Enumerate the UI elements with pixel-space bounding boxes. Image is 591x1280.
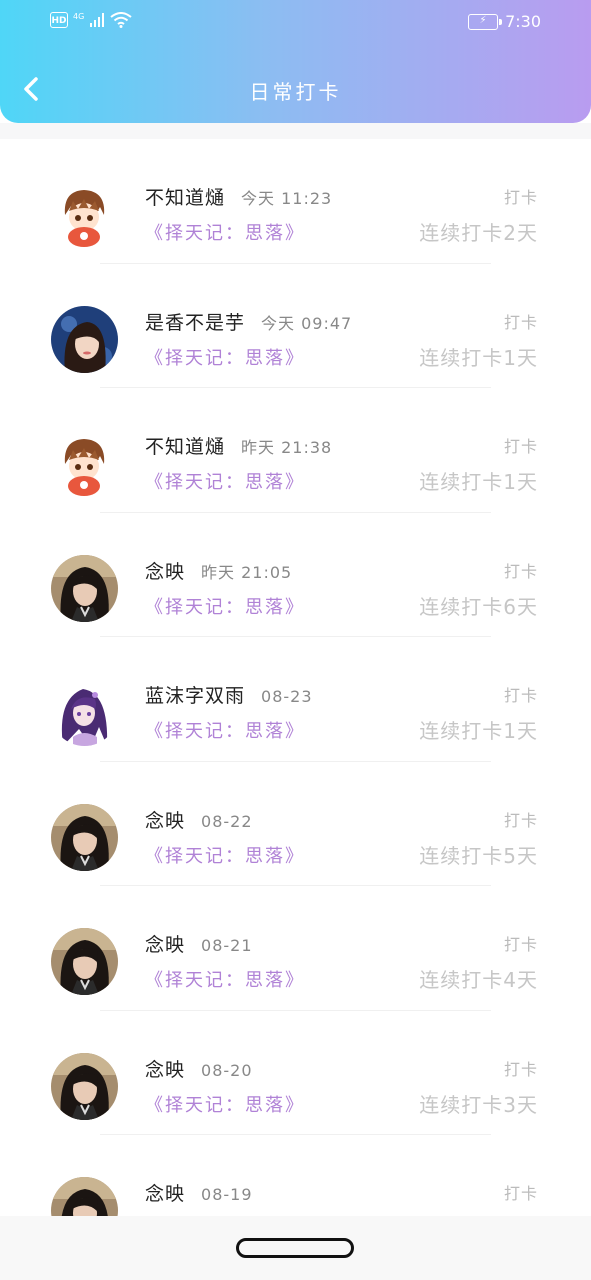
streak-label: 连续打卡4天 <box>419 968 538 992</box>
checkin-action-label: 打卡 <box>503 561 538 581</box>
user-name-text: 是香不是芋 <box>145 311 246 334</box>
checkin-row[interactable]: 念映 08-19 打卡 <box>0 1135 591 1216</box>
checkin-action-label: 打卡 <box>503 188 538 207</box>
checkin-row[interactable]: 念映 08-21 《择天记：思落》 打卡 连续打卡4天 <box>0 886 591 1011</box>
status-right: ⚡ 7:30 <box>468 12 541 31</box>
checkin-time: 08-20 <box>201 1060 253 1080</box>
user-name: 不知道熥 今天 11:23 <box>145 183 332 210</box>
avatar[interactable] <box>51 928 118 995</box>
avatar[interactable] <box>51 1177 118 1216</box>
user-name: 念映 08-22 <box>145 806 253 833</box>
user-name-text: 念映 <box>145 934 186 956</box>
checkin-row[interactable]: 念映 昨天 21:05 《择天记：思落》 打卡 连续打卡6天 <box>0 513 591 637</box>
checkin-row[interactable]: 念映 08-22 《择天记：思落》 打卡 连续打卡5天 <box>0 762 591 886</box>
streak-label: 连续打卡2天 <box>419 221 538 245</box>
book-title[interactable]: 《择天记：思落》 <box>145 593 305 619</box>
avatar[interactable] <box>51 305 118 373</box>
checkin-row[interactable]: 不知道熥 今天 11:23 《择天记：思落》 打卡 连续打卡2天 <box>0 139 591 264</box>
checkin-time: 今天 09:47 <box>261 313 353 333</box>
user-name: 是香不是芋 今天 09:47 <box>145 308 352 335</box>
list-gap <box>0 123 591 139</box>
checkin-time: 08-23 <box>261 687 313 706</box>
avatar[interactable] <box>51 554 118 622</box>
user-name-text: 念映 <box>145 560 186 583</box>
battery-charging-icon: ⚡ <box>468 13 503 30</box>
status-bar: HD 4G ⚡ 7:30 <box>0 0 591 46</box>
checkin-time: 今天 11:23 <box>241 189 333 208</box>
book-title[interactable]: 《择天记：思落》 <box>145 1091 305 1117</box>
checkin-time: 08-21 <box>201 936 253 955</box>
checkin-action-label: 打卡 <box>503 686 538 705</box>
status-left: HD 4G <box>50 12 132 28</box>
user-name: 念映 08-21 <box>145 930 253 957</box>
checkin-time: 昨天 21:38 <box>241 438 333 457</box>
checkin-action-label: 打卡 <box>503 1059 538 1079</box>
user-name-text: 念映 <box>145 1058 186 1081</box>
checkin-row[interactable]: 是香不是芋 今天 09:47 《择天记：思落》 打卡 连续打卡1天 <box>0 264 591 388</box>
avatar[interactable] <box>51 181 118 248</box>
streak-label: 连续打卡1天 <box>419 345 538 370</box>
avatar[interactable] <box>51 430 118 497</box>
network-label: 4G <box>73 11 85 21</box>
streak-label: 连续打卡6天 <box>419 594 538 619</box>
checkin-row[interactable]: 蓝沫字双雨 08-23 《择天记：思落》 打卡 连续打卡1天 <box>0 637 591 762</box>
user-name-text: 念映 <box>145 809 186 832</box>
home-indicator[interactable] <box>236 1238 354 1258</box>
streak-label: 连续打卡1天 <box>419 719 538 743</box>
avatar[interactable] <box>51 803 118 871</box>
signal-icon <box>90 13 105 27</box>
hd-badge: HD <box>50 12 68 28</box>
user-name-text: 念映 <box>145 1183 186 1205</box>
book-title[interactable]: 《择天记：思落》 <box>145 966 305 992</box>
navigation-bar <box>0 1216 591 1280</box>
checkin-action-label: 打卡 <box>503 312 538 332</box>
avatar[interactable] <box>51 679 118 746</box>
user-name: 念映 昨天 21:05 <box>145 557 292 584</box>
wifi-icon <box>110 12 132 28</box>
clock: 7:30 <box>505 12 541 31</box>
header: HD 4G ⚡ 7:30 日常打卡 <box>0 0 591 123</box>
avatar[interactable] <box>51 1052 118 1120</box>
checkin-action-label: 打卡 <box>503 1184 538 1203</box>
streak-label: 连续打卡3天 <box>419 1092 538 1117</box>
user-name: 不知道熥 昨天 21:38 <box>145 432 332 459</box>
user-name-text: 不知道熥 <box>145 187 226 209</box>
checkin-time: 08-19 <box>201 1185 253 1204</box>
book-title[interactable]: 《择天记：思落》 <box>145 717 305 743</box>
book-title[interactable]: 《择天记：思落》 <box>145 344 305 370</box>
book-title[interactable]: 《择天记：思落》 <box>145 468 305 494</box>
checkin-list: 不知道熥 今天 11:23 《择天记：思落》 打卡 连续打卡2天 是香不是芋 今天 … <box>0 139 591 1216</box>
checkin-action-label: 打卡 <box>503 935 538 954</box>
checkin-action-label: 打卡 <box>503 437 538 456</box>
streak-label: 连续打卡5天 <box>419 843 538 868</box>
checkin-time: 08-22 <box>201 811 253 831</box>
checkin-row[interactable]: 不知道熥 昨天 21:38 《择天记：思落》 打卡 连续打卡1天 <box>0 388 591 513</box>
streak-label: 连续打卡1天 <box>419 470 538 494</box>
book-title[interactable]: 《择天记：思落》 <box>145 842 305 868</box>
page-title: 日常打卡 <box>249 80 342 104</box>
checkin-row[interactable]: 念映 08-20 《择天记：思落》 打卡 连续打卡3天 <box>0 1011 591 1135</box>
user-name: 蓝沫字双雨 08-23 <box>145 681 313 708</box>
user-name-text: 蓝沫字双雨 <box>145 685 246 707</box>
user-name: 念映 08-19 <box>145 1179 253 1206</box>
user-name-text: 不知道熥 <box>145 436 226 458</box>
user-name: 念映 08-20 <box>145 1055 253 1082</box>
book-title[interactable]: 《择天记：思落》 <box>145 219 305 245</box>
checkin-time: 昨天 21:05 <box>201 562 293 582</box>
checkin-action-label: 打卡 <box>503 810 538 830</box>
